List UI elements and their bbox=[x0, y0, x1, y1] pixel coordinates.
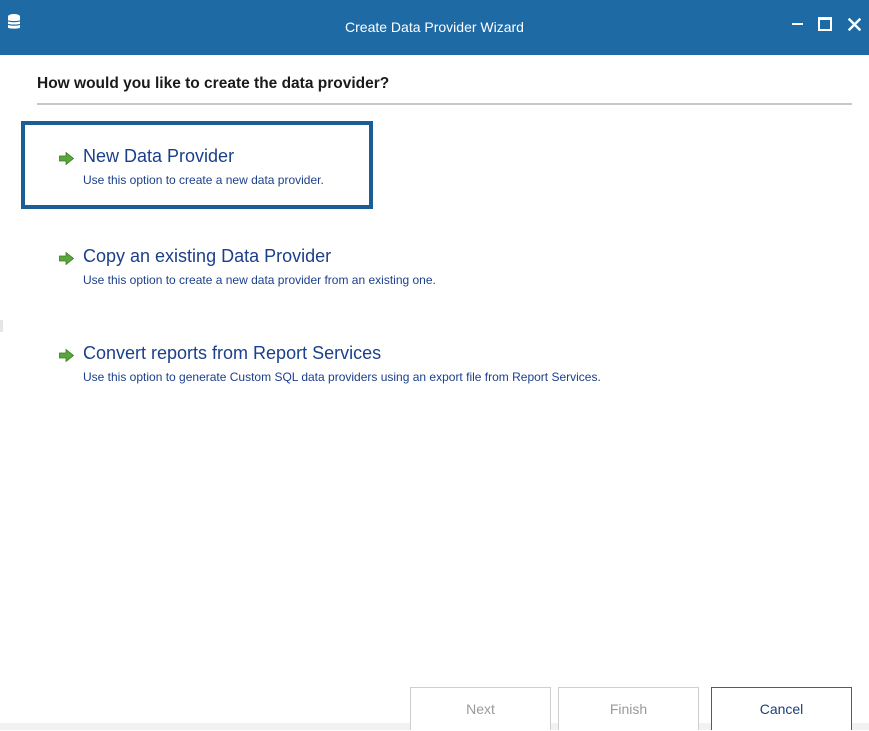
maximize-button[interactable] bbox=[813, 12, 837, 36]
wizard-question: How would you like to create the data pr… bbox=[37, 75, 390, 92]
green-arrow-icon bbox=[59, 252, 74, 265]
next-button[interactable]: Next bbox=[410, 687, 551, 730]
question-divider bbox=[37, 103, 852, 105]
window-title: Create Data Provider Wizard bbox=[345, 19, 524, 35]
green-arrow-icon bbox=[59, 349, 74, 362]
option-convert-reports[interactable]: Convert reports from Report Services Use… bbox=[59, 343, 699, 391]
maximize-icon bbox=[818, 17, 832, 31]
edge-mark bbox=[0, 320, 3, 332]
option-title: Convert reports from Report Services bbox=[83, 343, 382, 363]
finish-button[interactable]: Finish bbox=[558, 687, 699, 730]
option-title: Copy an existing Data Provider bbox=[83, 246, 332, 266]
close-icon bbox=[847, 17, 861, 31]
option-copy-existing-data-provider[interactable]: Copy an existing Data Provider Use this … bbox=[59, 246, 519, 294]
minimize-button[interactable] bbox=[785, 12, 809, 36]
option-description: Use this option to create a new data pro… bbox=[83, 273, 436, 287]
title-bar: Create Data Provider Wizard bbox=[0, 0, 869, 55]
minimize-icon bbox=[791, 23, 803, 25]
close-button[interactable] bbox=[842, 12, 866, 36]
cancel-button[interactable]: Cancel bbox=[711, 687, 852, 730]
option-description: Use this option to generate Custom SQL d… bbox=[83, 370, 601, 384]
selection-highlight bbox=[21, 121, 373, 209]
